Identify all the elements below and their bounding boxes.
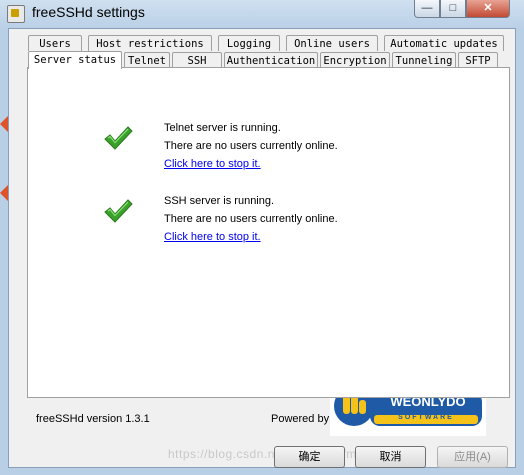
tab-encryption[interactable]: Encryption	[320, 52, 390, 68]
ssh-status-text: SSH server is running.	[164, 195, 275, 207]
tab-logging[interactable]: Logging	[218, 35, 280, 51]
tab-tunneling[interactable]: Tunneling	[392, 52, 456, 68]
desktop-arrow-icon	[0, 116, 8, 132]
ssh-stop-link[interactable]: Click here to stop it.	[164, 231, 261, 243]
check-icon	[104, 126, 133, 150]
cancel-button[interactable]: 取消	[355, 446, 426, 468]
telnet-stop-link[interactable]: Click here to stop it.	[164, 158, 261, 170]
window-title: freeSSHd settings	[32, 4, 145, 20]
tab-authentication[interactable]: Authentication	[224, 52, 318, 68]
ok-button[interactable]: 确定	[274, 446, 345, 468]
minimize-button[interactable]: —	[414, 0, 440, 18]
tab-ssh[interactable]: SSH	[172, 52, 222, 68]
tab-server-status[interactable]: Server status	[28, 51, 122, 69]
tab-telnet[interactable]: Telnet	[124, 52, 170, 68]
apply-button[interactable]: 应用(A)	[437, 446, 508, 468]
tab-host-restrictions[interactable]: Host restrictions	[88, 35, 212, 51]
settings-window: freeSSHd settings — □ ✕ Users Host restr…	[0, 0, 524, 475]
check-icon	[104, 199, 133, 223]
telnet-status-text: Telnet server is running.	[164, 122, 281, 134]
server-status-panel	[27, 67, 510, 398]
powered-by-label: Powered by	[271, 413, 330, 425]
tab-sftp[interactable]: SFTP	[458, 52, 498, 68]
close-button[interactable]: ✕	[466, 0, 510, 18]
app-icon	[7, 5, 25, 23]
ssh-users-text: There are no users currently online.	[164, 213, 338, 225]
telnet-users-text: There are no users currently online.	[164, 140, 338, 152]
title-bar[interactable]: freeSSHd settings — □ ✕	[0, 0, 524, 28]
maximize-button[interactable]: □	[440, 0, 466, 18]
desktop-arrow-icon	[0, 185, 8, 201]
logo-sub-text: SOFTWARE	[398, 414, 454, 421]
tab-automatic-updates[interactable]: Automatic updates	[384, 35, 504, 51]
tab-online-users[interactable]: Online users	[286, 35, 378, 51]
tab-users[interactable]: Users	[28, 35, 82, 51]
version-label: freeSSHd version 1.3.1	[36, 413, 150, 425]
